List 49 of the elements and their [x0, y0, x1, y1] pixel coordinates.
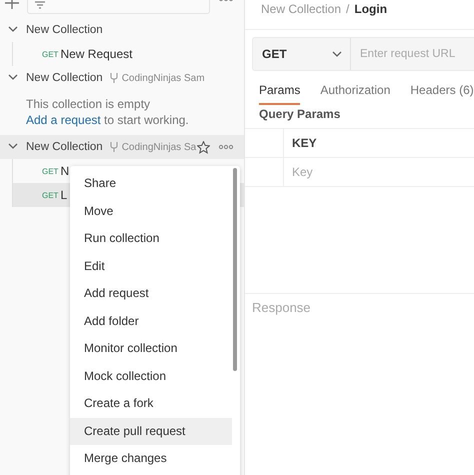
menu-item[interactable]: Merge changes [70, 445, 232, 472]
key-field[interactable]: Key [284, 158, 474, 186]
request-name: L [60, 188, 68, 202]
collection-name: New Collection [26, 24, 103, 36]
url-input[interactable]: Enter request URL [351, 38, 474, 70]
add-request-link[interactable]: Add a request [26, 113, 101, 127]
fork-icon [108, 72, 119, 84]
section-title: Query Params [258, 106, 342, 123]
scrollbar-thumb[interactable] [233, 168, 237, 371]
request-row[interactable]: GET New Request [12, 42, 244, 66]
filter-icon [34, 0, 46, 10]
menu-item[interactable]: Add folder [70, 308, 232, 335]
collection-row[interactable]: New Collection CodingNinjas Sam [0, 66, 244, 90]
menu-item[interactable]: Share [70, 170, 232, 198]
menu-item[interactable]: Create a fork [70, 390, 232, 418]
tab[interactable]: Headers (6) [410, 83, 474, 103]
method-tag: GET [42, 190, 58, 200]
plus-icon [5, 0, 19, 10]
menu-item[interactable]: Add request [70, 280, 232, 308]
menu-item[interactable]: Monitor collection [70, 335, 232, 362]
method-tag: GET [42, 166, 58, 176]
menu-item[interactable]: Edit [70, 252, 232, 280]
fork-icon [108, 141, 119, 153]
collection-name: New Collection [26, 72, 103, 84]
method-dropdown[interactable]: GET [252, 37, 351, 71]
search-field[interactable] [27, 0, 210, 14]
fork-label: CodingNinjas Sam [122, 72, 205, 84]
tab[interactable]: Authorization [320, 83, 390, 103]
menu-item[interactable]: Mock collection [70, 362, 232, 390]
breadcrumb-current: Login [354, 2, 388, 16]
chevron-down-icon [332, 50, 342, 58]
method-tag: GET [42, 50, 58, 58]
empty-hint: Add a request to start working. [26, 112, 190, 128]
collection-name: New Collection [26, 141, 103, 153]
star-icon [197, 140, 210, 154]
tab[interactable]: Params [259, 83, 300, 105]
menu-item[interactable]: Move [70, 198, 232, 225]
menu-item[interactable]: Run collection [70, 225, 232, 252]
request-name: New Request [60, 47, 132, 61]
more-icon [218, 144, 234, 150]
collection-row[interactable]: New Collection [0, 18, 244, 42]
response-label: Response [251, 299, 312, 315]
request-name: N [60, 164, 70, 178]
column-header: KEY [291, 135, 318, 152]
menu-item[interactable]: Create pull request [70, 418, 232, 445]
empty-message: This collection is empty [26, 96, 152, 112]
breadcrumb-separator: / [346, 2, 350, 16]
collection-row[interactable]: New Collection CodingNinjas Sa [0, 135, 244, 159]
fork-label: CodingNinjas Sa [122, 142, 196, 152]
